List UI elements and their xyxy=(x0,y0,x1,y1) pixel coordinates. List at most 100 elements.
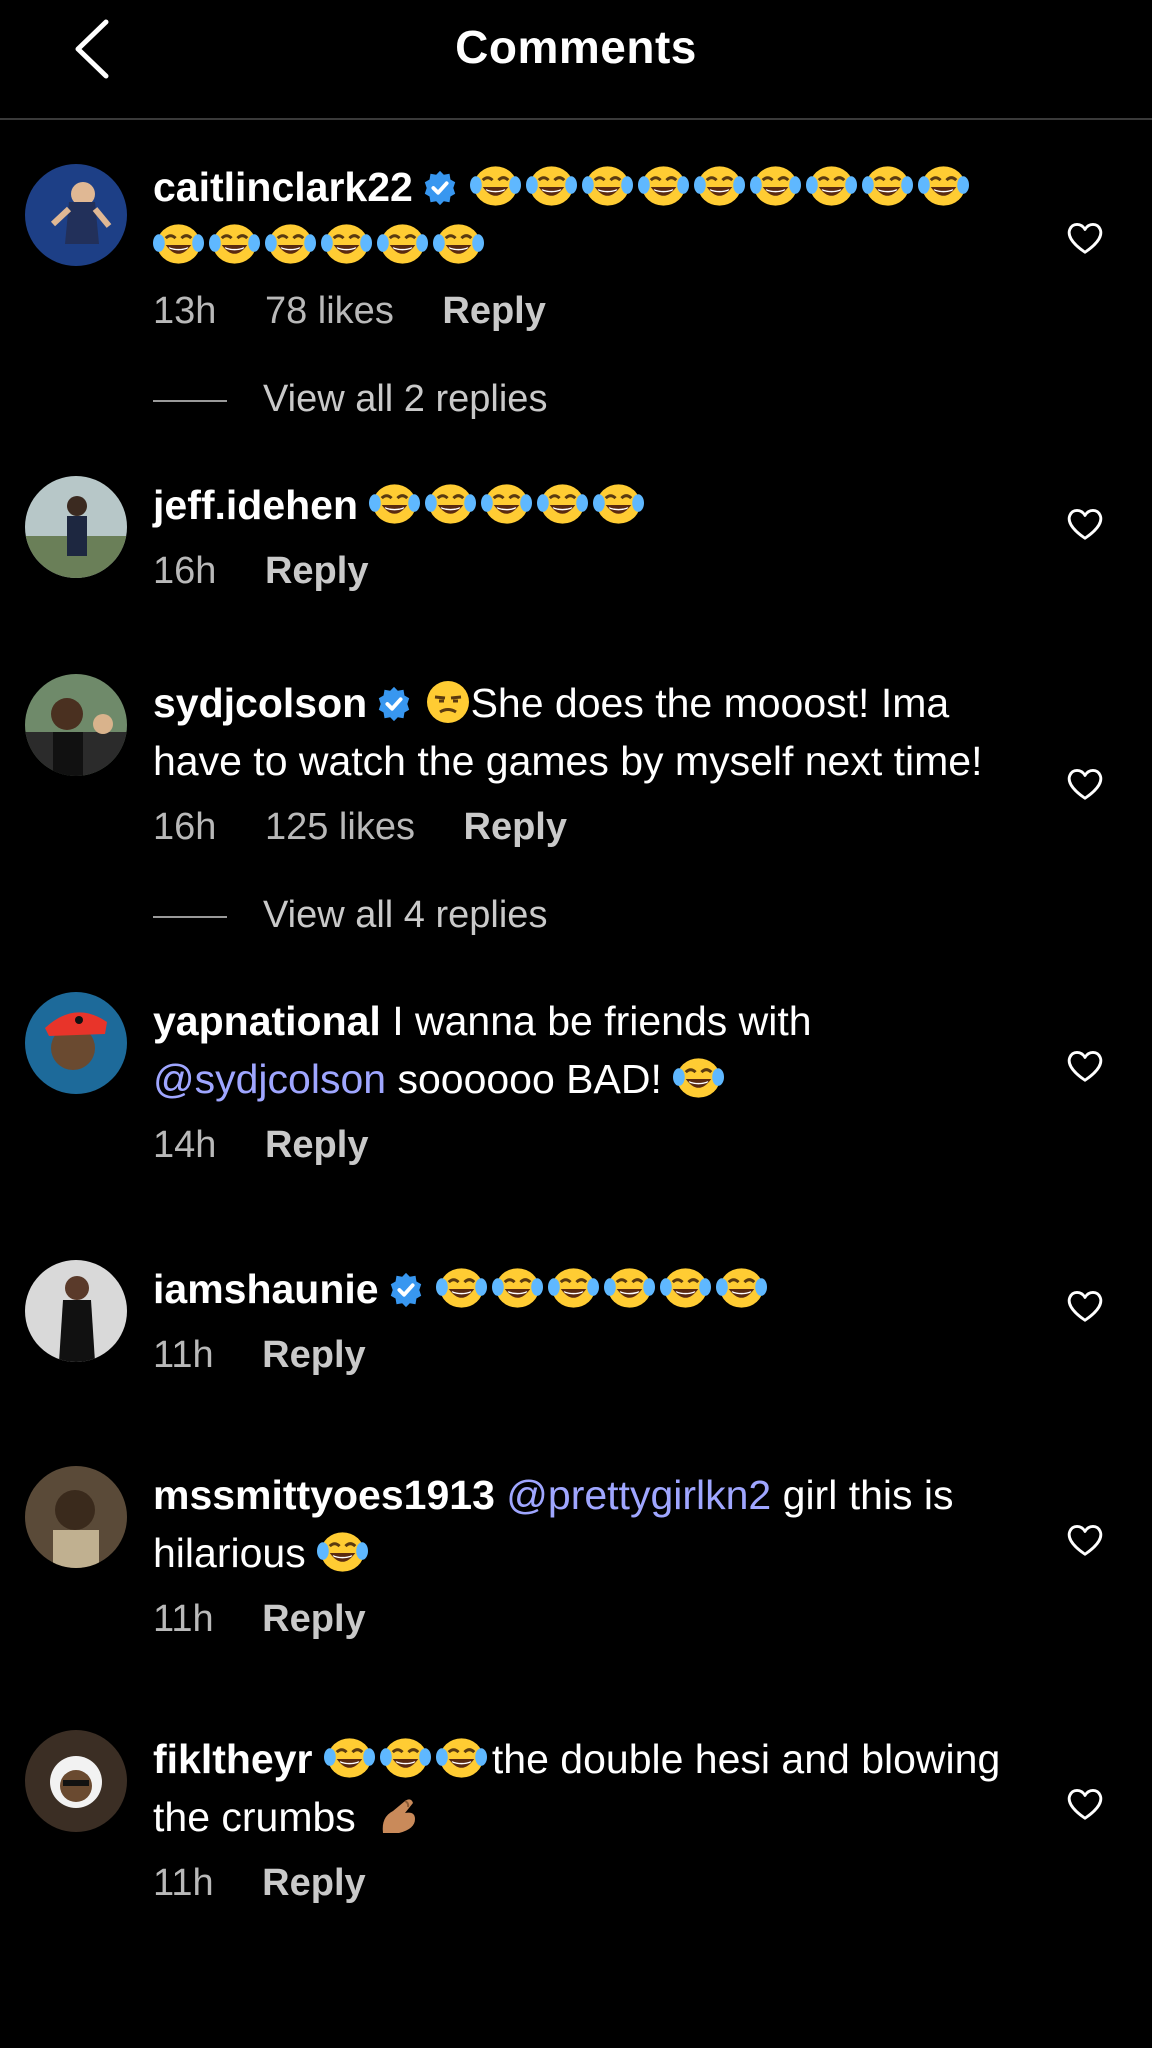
comment-username[interactable]: jeff.idehen xyxy=(153,482,358,528)
reply-button[interactable]: Reply xyxy=(265,550,368,592)
tears-of-joy-emoji xyxy=(436,1735,487,1781)
avatar[interactable] xyxy=(25,476,127,578)
tears-of-joy-emoji xyxy=(377,221,428,267)
tears-of-joy-emoji xyxy=(265,221,316,267)
comment-username[interactable]: mssmittyoes1913 xyxy=(153,1472,495,1518)
tears-of-joy-emoji xyxy=(604,1265,655,1311)
verified-badge-icon xyxy=(375,685,413,723)
avatar[interactable] xyxy=(25,164,127,266)
heart-outline-icon[interactable] xyxy=(1066,1288,1104,1324)
comment-time: 11h xyxy=(153,1598,214,1640)
reply-button[interactable]: Reply xyxy=(442,290,545,332)
tears-of-joy-emoji xyxy=(526,163,577,209)
comment-likes[interactable]: 125 likes xyxy=(265,806,415,848)
reply-button[interactable]: Reply xyxy=(262,1598,365,1640)
tears-of-joy-emoji xyxy=(209,221,260,267)
comment-text: jeff.idehen xyxy=(153,476,1022,534)
laugh-emoji-group xyxy=(369,482,649,528)
tears-of-joy-emoji xyxy=(593,481,644,527)
top-bar: Comments xyxy=(0,0,1152,120)
tears-of-joy-emoji xyxy=(321,221,372,267)
comment-item: sydjcolson She does the mooost! Ima have… xyxy=(0,674,1152,852)
tears-of-joy-emoji xyxy=(716,1265,767,1311)
comment-meta: 16h 125 likes Reply xyxy=(153,802,1022,852)
tears-of-joy-emoji xyxy=(324,1735,375,1781)
avatar[interactable] xyxy=(25,674,127,776)
tears-of-joy-emoji xyxy=(153,221,204,267)
comment-meta: 16h Reply xyxy=(153,546,1022,596)
view-replies-button[interactable]: View all 2 replies xyxy=(0,344,1152,454)
tears-of-joy-emoji xyxy=(660,1265,711,1311)
comment-time: 11h xyxy=(153,1862,214,1904)
verified-badge-icon xyxy=(387,1271,425,1309)
comment-likes[interactable]: 78 likes xyxy=(265,290,394,332)
tears-of-joy-emoji xyxy=(317,1529,368,1575)
reply-button[interactable]: Reply xyxy=(262,1862,365,1904)
laugh-emoji-group xyxy=(436,1266,772,1312)
pinching-hand-emoji xyxy=(375,1793,421,1839)
comment-text: fikltheyr the double hesi and blowing th… xyxy=(153,1730,1022,1846)
tears-of-joy-emoji xyxy=(481,481,532,527)
tears-of-joy-emoji xyxy=(582,163,633,209)
tears-of-joy-emoji xyxy=(806,163,857,209)
comment-username[interactable]: sydjcolson xyxy=(153,680,367,726)
comment-time: 13h xyxy=(153,290,217,332)
heart-outline-icon[interactable] xyxy=(1066,1522,1104,1558)
reply-button[interactable]: Reply xyxy=(265,1124,368,1166)
heart-outline-icon[interactable] xyxy=(1066,220,1104,256)
tears-of-joy-emoji xyxy=(750,163,801,209)
comment-meta: 11h Reply xyxy=(153,1594,1022,1644)
comment-text: sydjcolson She does the mooost! Ima have… xyxy=(153,674,1022,790)
comment-list: caitlinclark22 13h 78 likes Reply View a… xyxy=(0,158,1152,1908)
unamused-face-emoji xyxy=(425,679,471,725)
laugh-emoji-group xyxy=(324,1736,492,1782)
tears-of-joy-emoji xyxy=(433,221,484,267)
reply-button[interactable]: Reply xyxy=(464,806,567,848)
comment-item: yapnational I wanna be friends with @syd… xyxy=(0,992,1152,1170)
tears-of-joy-emoji xyxy=(492,1265,543,1311)
tears-of-joy-emoji xyxy=(694,163,745,209)
avatar[interactable] xyxy=(25,1466,127,1568)
avatar[interactable] xyxy=(25,992,127,1094)
avatar[interactable] xyxy=(25,1730,127,1832)
comment-time: 11h xyxy=(153,1334,214,1376)
heart-outline-icon[interactable] xyxy=(1066,1786,1104,1822)
avatar[interactable] xyxy=(25,1260,127,1362)
tears-of-joy-emoji xyxy=(918,163,969,209)
tears-of-joy-emoji xyxy=(638,163,689,209)
comment-username[interactable]: caitlinclark22 xyxy=(153,164,413,210)
tears-of-joy-emoji xyxy=(537,481,588,527)
comment-meta: 14h Reply xyxy=(153,1120,1022,1170)
divider-line xyxy=(153,399,227,402)
comment-meta: 11h Reply xyxy=(153,1330,1022,1380)
mention-link[interactable]: @prettygirlkn2 xyxy=(506,1472,771,1518)
comment-item: fikltheyr the double hesi and blowing th… xyxy=(0,1730,1152,1908)
heart-outline-icon[interactable] xyxy=(1066,766,1104,802)
tears-of-joy-emoji xyxy=(425,481,476,527)
comment-text: yapnational I wanna be friends with @syd… xyxy=(153,992,1022,1108)
comment-text: iamshaunie xyxy=(153,1260,1022,1318)
tears-of-joy-emoji xyxy=(369,481,420,527)
tears-of-joy-emoji xyxy=(470,163,521,209)
comment-item: iamshaunie 11h Reply xyxy=(0,1260,1152,1380)
mention-link[interactable]: @sydjcolson xyxy=(153,1056,386,1102)
comment-meta: 13h 78 likes Reply xyxy=(153,286,1022,336)
tears-of-joy-emoji xyxy=(862,163,913,209)
tears-of-joy-emoji xyxy=(673,1055,724,1101)
comment-item: mssmittyoes1913 @prettygirlkn2 girl this… xyxy=(0,1466,1152,1644)
heart-outline-icon[interactable] xyxy=(1066,1048,1104,1084)
comment-body: I wanna be friends with xyxy=(392,998,812,1044)
comment-item: caitlinclark22 13h 78 likes Reply xyxy=(0,158,1152,336)
tears-of-joy-emoji xyxy=(380,1735,431,1781)
comment-username[interactable]: fikltheyr xyxy=(153,1736,313,1782)
comment-body: soooooo BAD! xyxy=(397,1056,662,1102)
view-replies-label: View all 4 replies xyxy=(263,894,548,936)
reply-button[interactable]: Reply xyxy=(262,1334,365,1376)
comment-username[interactable]: yapnational xyxy=(153,998,381,1044)
verified-badge-icon xyxy=(421,169,459,207)
heart-outline-icon[interactable] xyxy=(1066,506,1104,542)
comment-username[interactable]: iamshaunie xyxy=(153,1266,379,1312)
comment-time: 16h xyxy=(153,806,217,848)
comment-time: 14h xyxy=(153,1124,217,1166)
view-replies-button[interactable]: View all 4 replies xyxy=(0,860,1152,970)
